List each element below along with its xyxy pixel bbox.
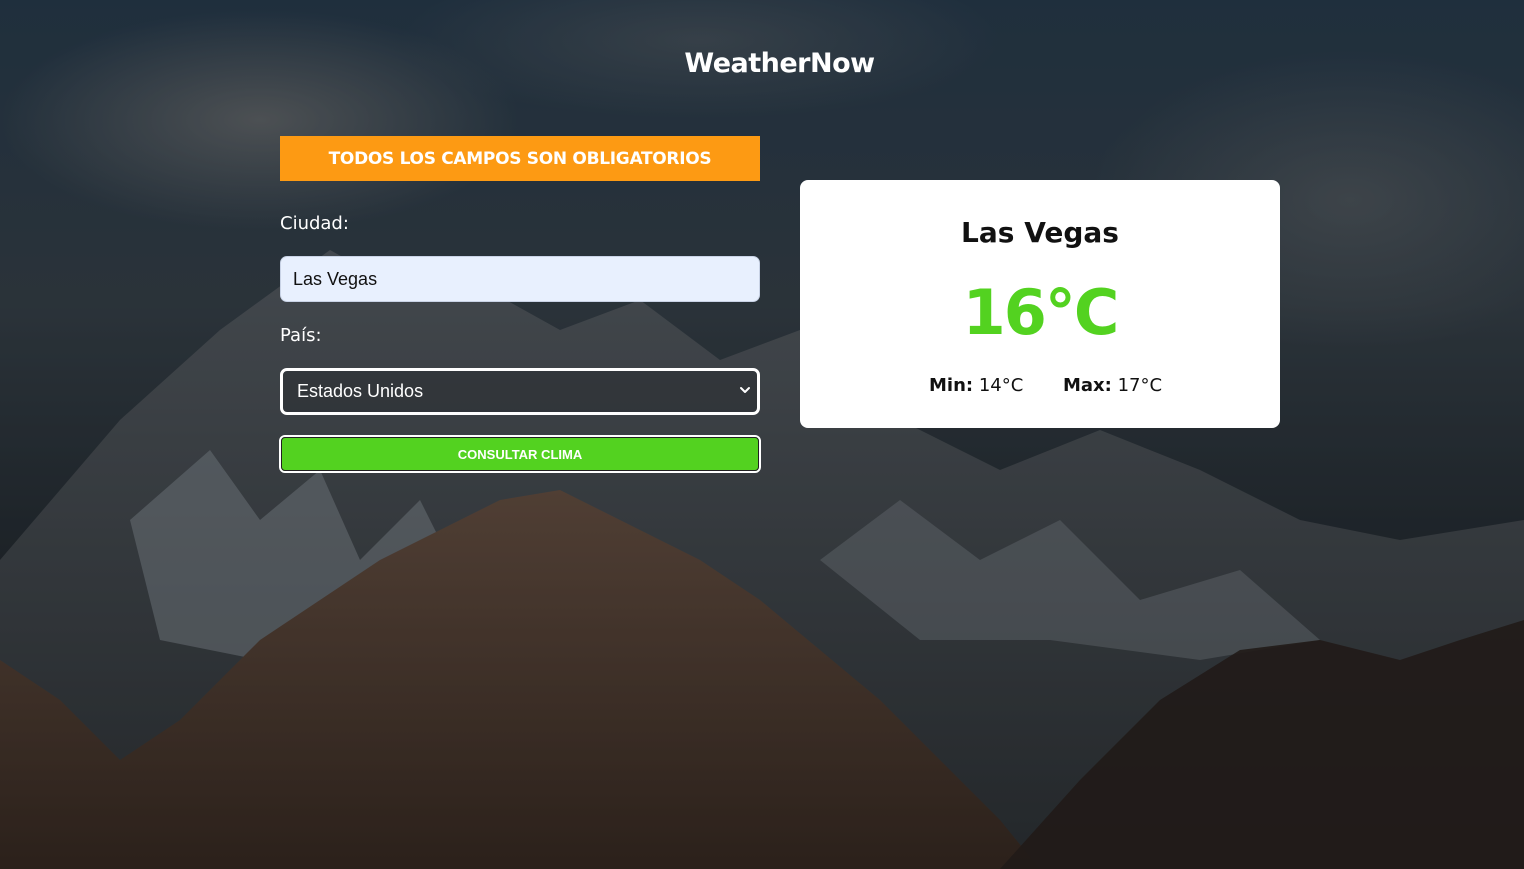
city-label: Ciudad: [280, 213, 349, 234]
country-label: País: [280, 325, 322, 346]
city-input[interactable] [280, 256, 760, 302]
min-value: 14°C [978, 375, 1024, 396]
country-select[interactable]: Estados Unidos [280, 368, 760, 415]
consult-weather-button[interactable]: CONSULTAR CLIMA [279, 435, 761, 473]
max-label: Max: [1063, 375, 1112, 396]
current-temperature: 16°C [962, 276, 1120, 349]
country-select-value: Estados Unidos [297, 381, 424, 401]
mountain-background-image [0, 0, 1524, 869]
min-temperature: Min: 14°C [929, 375, 1023, 396]
chevron-down-icon [740, 387, 750, 393]
max-value: 17°C [1117, 375, 1163, 396]
required-fields-alert: TODOS LOS CAMPOS SON OBLIGATORIOS [280, 136, 760, 181]
result-city-name: Las Vegas [961, 216, 1119, 249]
min-label: Min: [929, 375, 974, 396]
max-temperature: Max: 17°C [1063, 375, 1162, 396]
app-title: WeatherNow [684, 48, 875, 79]
weather-result-card: Las Vegas 16°C Min: 14°C Max: 17°C [800, 180, 1280, 428]
